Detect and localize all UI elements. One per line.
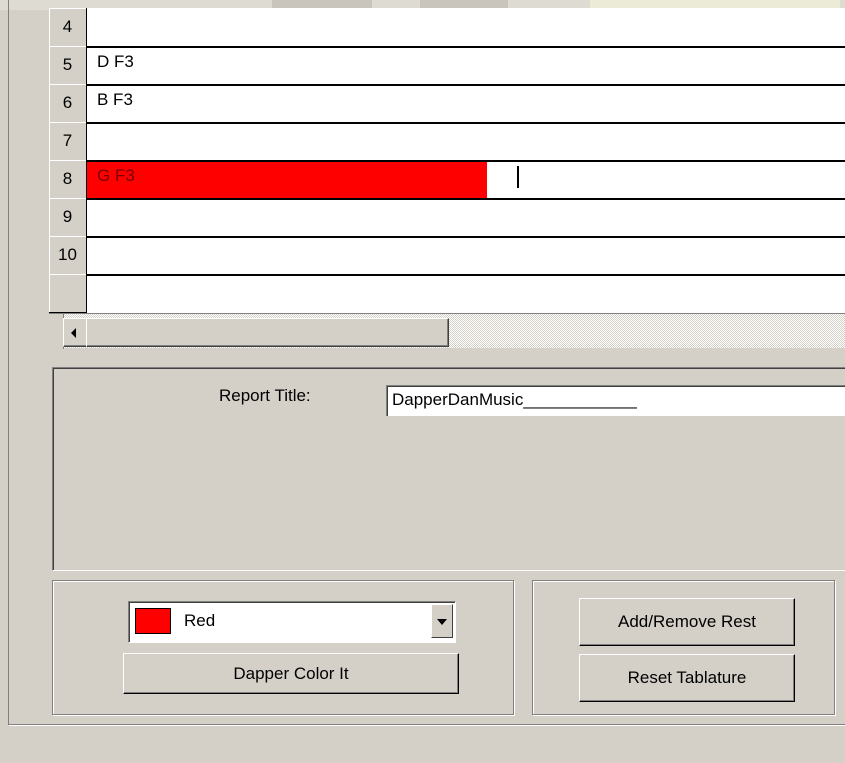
- dapper-color-it-button[interactable]: Dapper Color It: [123, 653, 459, 694]
- color-select-value: Red: [184, 611, 216, 630]
- row-number: 10: [49, 236, 87, 275]
- scrollbar-thumb[interactable]: [86, 318, 449, 347]
- table-cell[interactable]: [86, 122, 845, 162]
- chevron-down-icon[interactable]: [431, 604, 453, 638]
- row-number: 6: [49, 84, 87, 123]
- row-number: 5: [49, 46, 87, 85]
- cell-text: G F3: [97, 166, 135, 185]
- row-number: [49, 274, 87, 313]
- table-row[interactable]: 10: [49, 236, 845, 276]
- row-number: 4: [49, 8, 87, 47]
- table-row[interactable]: 6 B F3: [49, 84, 845, 124]
- table-row[interactable]: 7: [49, 122, 845, 162]
- report-title-input[interactable]: DapperDanMusic____________: [386, 385, 845, 416]
- table-cell[interactable]: [86, 274, 845, 314]
- table-row[interactable]: 4: [49, 8, 845, 47]
- table-row[interactable]: [49, 274, 845, 314]
- table-cell[interactable]: G F3: [86, 160, 845, 200]
- color-select[interactable]: Red: [128, 601, 456, 643]
- report-title-label: Report Title:: [219, 386, 311, 405]
- color-swatch: [135, 608, 171, 634]
- report-panel: Report Title: DapperDanMusic____________: [52, 367, 845, 571]
- table-row-selected[interactable]: 8 G F3: [49, 160, 845, 200]
- scrollbar-corner: [49, 314, 64, 349]
- action-panel: Add/Remove Rest Reset Tablature: [532, 580, 835, 715]
- row-number: 8: [49, 160, 87, 199]
- color-panel: Red Dapper Color It: [52, 580, 514, 715]
- reset-tablature-button[interactable]: Reset Tablature: [579, 654, 795, 702]
- table-cell[interactable]: [86, 8, 845, 46]
- tablature-grid[interactable]: 4 5 D F3 6 B F3 7 8 G F3 9 10: [49, 8, 845, 348]
- horizontal-scrollbar[interactable]: [49, 313, 845, 349]
- text-caret: [517, 166, 519, 188]
- arrow-left-icon[interactable]: [63, 318, 88, 347]
- table-row[interactable]: 5 D F3: [49, 46, 845, 86]
- add-remove-rest-button[interactable]: Add/Remove Rest: [579, 598, 795, 646]
- cell-text: D F3: [97, 52, 134, 71]
- table-cell[interactable]: D F3: [86, 46, 845, 86]
- table-cell[interactable]: [86, 236, 845, 276]
- row-number: 9: [49, 198, 87, 237]
- table-cell[interactable]: B F3: [86, 84, 845, 124]
- cell-highlight: [87, 162, 487, 198]
- table-row[interactable]: 9: [49, 198, 845, 238]
- table-cell[interactable]: [86, 198, 845, 238]
- cell-text: B F3: [97, 90, 133, 109]
- row-number: 7: [49, 122, 87, 161]
